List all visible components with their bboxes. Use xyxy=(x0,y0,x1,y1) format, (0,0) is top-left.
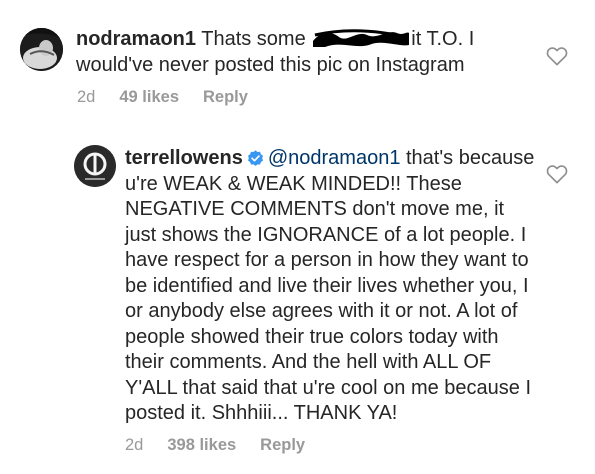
comment-likes[interactable]: 49 likes xyxy=(119,88,179,107)
comment-mention[interactable]: @nodramaon1 xyxy=(268,147,401,169)
comment-body: nodramaon1 Thats some it T.O. I would've… xyxy=(76,27,516,78)
comment-text: that's because u're WEAK & WEAK MINDED!!… xyxy=(125,147,540,424)
avatar-photo xyxy=(20,28,63,71)
comment-time: 2d xyxy=(77,88,96,106)
comment-meta: 2d 398 likes Reply xyxy=(125,436,305,455)
reply-button[interactable]: Reply xyxy=(260,436,305,455)
comment-body: terrellowens @nodramaon1 that's because u… xyxy=(125,146,535,427)
avatar-nodramaon1[interactable] xyxy=(20,28,63,71)
comment-username[interactable]: terrellowens xyxy=(125,147,243,169)
comment-likes[interactable]: 398 likes xyxy=(167,436,236,455)
heart-icon[interactable] xyxy=(546,164,568,184)
reply-button[interactable]: Reply xyxy=(203,88,248,107)
avatar-logo xyxy=(74,145,116,187)
comment-meta: 2d 49 likes Reply xyxy=(77,88,248,107)
redaction-scribble xyxy=(313,29,410,47)
comment-time: 2d xyxy=(125,436,144,454)
verified-badge-icon xyxy=(247,150,263,166)
heart-icon[interactable] xyxy=(546,46,568,66)
avatar-terrellowens[interactable] xyxy=(74,145,116,187)
comment-username[interactable]: nodramaon1 xyxy=(76,28,196,50)
comment-text-before: Thats some xyxy=(201,28,312,50)
